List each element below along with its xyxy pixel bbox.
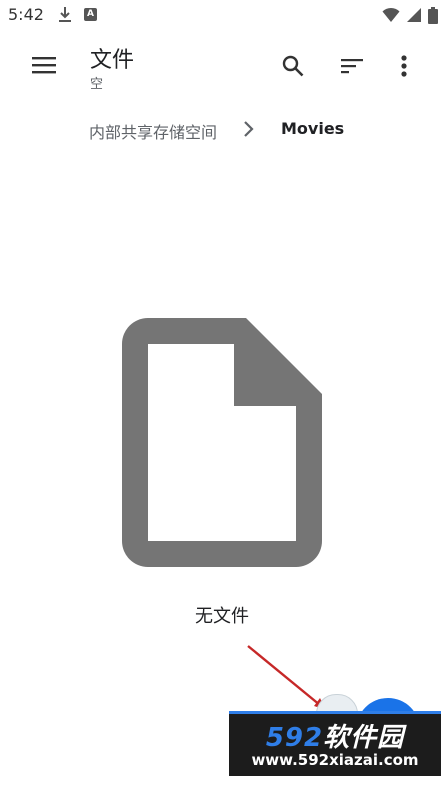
watermark-brand: 592软件园 (229, 717, 441, 754)
menu-button[interactable] (22, 48, 66, 82)
battery-icon (428, 6, 438, 24)
more-vert-icon (401, 55, 407, 77)
page-subtitle: 空 (90, 77, 104, 92)
app-icon: A (84, 8, 97, 21)
empty-message: 无文件 (195, 606, 249, 627)
breadcrumb: 内部共享存储空间 Movies (0, 110, 444, 150)
signal-icon (407, 8, 421, 22)
watermark-brand-number: 592 (265, 723, 324, 753)
wifi-icon (382, 7, 400, 22)
watermark-url: www.592xiazai.com (251, 751, 419, 769)
download-icon (59, 7, 71, 22)
page-title: 文件 (90, 48, 135, 73)
status-time: 5:42 (8, 5, 44, 24)
breadcrumb-root[interactable]: 内部共享存储空间 (89, 119, 217, 143)
menu-icon (32, 57, 56, 74)
watermark: 592软件园 www.592xiazai.com (229, 711, 441, 776)
chevron-right-icon (244, 121, 254, 137)
search-button[interactable] (275, 48, 311, 84)
status-icons (382, 6, 438, 24)
search-icon (282, 55, 304, 77)
sort-button[interactable] (334, 48, 370, 84)
status-bar: 5:42 A (0, 0, 444, 30)
more-options-button[interactable] (388, 48, 420, 84)
watermark-brand-text: 软件园 (323, 723, 405, 753)
top-app-bar: 文件 空 (0, 30, 444, 100)
breadcrumb-current[interactable]: Movies (281, 119, 344, 138)
watermark-stripe (229, 711, 441, 714)
file-icon (122, 318, 322, 567)
sort-icon (341, 59, 363, 74)
